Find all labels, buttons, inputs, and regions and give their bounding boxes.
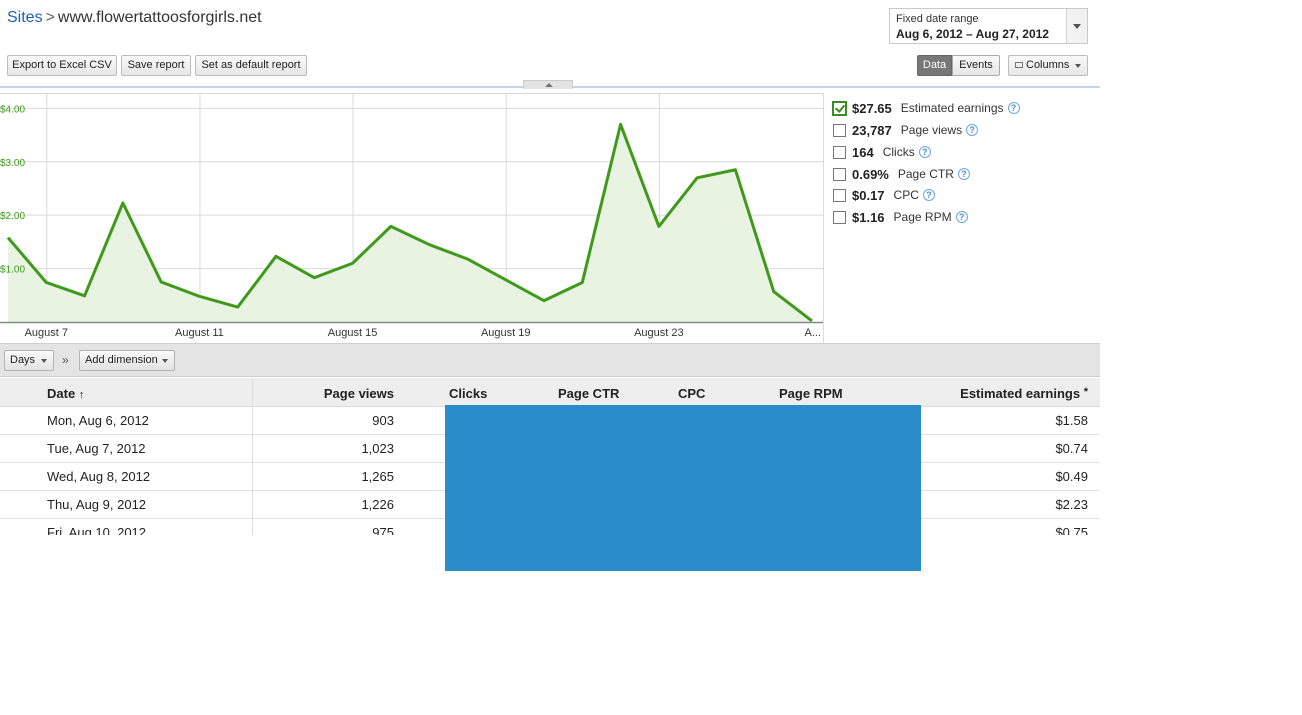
asterisk-marker: * xyxy=(1083,386,1088,398)
x-tick-label: August 19 xyxy=(481,327,531,339)
metric-value: $1.16 xyxy=(852,209,885,225)
metric-toggle[interactable]: $27.65 Estimated earnings? xyxy=(832,99,1020,117)
metric-name: Page CTR xyxy=(897,167,954,181)
column-header-estimated-earnings[interactable]: Estimated earnings * xyxy=(960,386,1088,401)
metric-toggle[interactable]: 23,787 Page views? xyxy=(833,121,979,139)
cell-page-views: 1,226 xyxy=(361,497,394,512)
cell-estimated-earnings: $0.74 xyxy=(1055,441,1088,456)
checkbox[interactable] xyxy=(833,210,846,224)
add-dimension-label: Add dimension xyxy=(85,354,158,366)
checkbox[interactable] xyxy=(833,167,846,181)
help-icon[interactable]: ? xyxy=(1007,102,1020,114)
data-tab[interactable]: Data xyxy=(917,55,952,76)
column-divider xyxy=(252,378,253,535)
column-header-date-label: Date xyxy=(47,386,76,401)
export-csv-button[interactable]: Export to Excel CSV xyxy=(7,55,117,76)
help-icon[interactable]: ? xyxy=(966,124,979,136)
columns-icon xyxy=(1015,62,1023,68)
cell-estimated-earnings: $2.23 xyxy=(1055,497,1088,512)
metric-value: 0.69% xyxy=(852,166,889,182)
earnings-chart: $4.00 $3.00 $2.00 $1.00 August 7 August 11 Aug… xyxy=(0,93,823,343)
y-tick-label: $2.00 xyxy=(0,211,25,222)
column-header-date[interactable]: Date ↑ xyxy=(47,386,84,401)
cell-date: Fri, Aug 10, 2012 xyxy=(47,525,147,535)
cell-date: Mon, Aug 6, 2012 xyxy=(47,413,149,428)
metric-value: $0.17 xyxy=(852,187,885,203)
column-header-page-ctr[interactable]: Page CTR xyxy=(558,386,619,401)
cell-estimated-earnings: $0.49 xyxy=(1055,469,1088,484)
metric-name: Estimated earnings xyxy=(900,101,1004,115)
chevron-down-icon xyxy=(1075,64,1081,68)
double-chevron-icon: » xyxy=(62,353,69,367)
metric-toggle[interactable]: 0.69% Page CTR? xyxy=(833,165,970,183)
y-tick-label: $1.00 xyxy=(0,265,25,276)
cell-page-views: 903 xyxy=(372,413,394,428)
column-header-cpc[interactable]: CPC xyxy=(678,386,705,401)
column-header-earnings-label: Estimated earnings xyxy=(960,386,1081,401)
help-icon[interactable]: ? xyxy=(922,189,935,201)
cell-page-views: 1,265 xyxy=(361,469,394,484)
events-tab[interactable]: Events xyxy=(952,55,1000,76)
cell-date: Tue, Aug 7, 2012 xyxy=(47,441,146,456)
x-tick-label: August 23 xyxy=(634,327,684,339)
breadcrumb-separator: > xyxy=(45,9,55,26)
dimension-bar: Days » Add dimension xyxy=(0,343,1100,377)
column-header-clicks[interactable]: Clicks xyxy=(449,386,487,401)
series-area xyxy=(8,124,812,323)
cell-date: Thu, Aug 9, 2012 xyxy=(47,497,147,512)
help-icon[interactable]: ? xyxy=(918,146,931,158)
cell-date: Wed, Aug 8, 2012 xyxy=(47,469,151,484)
breadcrumb-site: www.flowertattoosforgirls.net xyxy=(57,9,262,26)
collapse-chart-toggle[interactable] xyxy=(523,80,573,89)
cell-estimated-earnings: $1.58 xyxy=(1055,413,1088,428)
help-icon[interactable]: ? xyxy=(957,168,970,180)
metric-toggle[interactable]: 164 Clicks? xyxy=(833,143,931,161)
checkbox[interactable] xyxy=(833,145,846,159)
columns-label: Columns xyxy=(1026,59,1070,71)
metric-toggle[interactable]: $0.17 CPC? xyxy=(833,186,935,204)
date-range-label: Fixed date range xyxy=(896,13,979,25)
date-range-value: Aug 6, 2012 – Aug 27, 2012 xyxy=(896,27,1049,41)
redaction-block xyxy=(445,405,921,571)
breadcrumb: Sites > www.flowertattoosforgirls.net xyxy=(7,9,262,27)
table-header: Date ↑ Page views Clicks Page CTR CPC Pa… xyxy=(0,378,1100,407)
x-tick-label: August 15 xyxy=(328,327,378,339)
metric-value: 23,787 xyxy=(852,122,892,138)
metric-value: 164 xyxy=(852,144,874,160)
chevron-down-icon xyxy=(41,359,47,363)
add-dimension-dropdown[interactable]: Add dimension xyxy=(79,350,175,371)
sort-ascending-icon: ↑ xyxy=(78,389,85,401)
y-tick-label: $3.00 xyxy=(0,158,25,169)
x-tick-label: August 11 xyxy=(175,327,224,339)
x-tick-label: August 7 xyxy=(25,327,68,339)
days-label: Days xyxy=(10,354,36,366)
chart-canvas: $4.00 $3.00 $2.00 $1.00 August 7 August 11 Aug… xyxy=(0,93,823,339)
metric-toggle[interactable]: $1.16 Page RPM? xyxy=(833,208,968,226)
breadcrumb-sites-link[interactable]: Sites xyxy=(7,9,43,26)
metric-name: Page RPM xyxy=(893,210,952,224)
metric-name: Page views xyxy=(900,123,963,137)
column-header-page-views[interactable]: Page views xyxy=(324,386,394,401)
cell-page-views: 975 xyxy=(372,525,394,535)
save-report-button[interactable]: Save report xyxy=(121,55,191,76)
checkbox[interactable] xyxy=(833,188,846,202)
set-default-report-button[interactable]: Set as default report xyxy=(195,55,307,76)
columns-button[interactable]: Columns xyxy=(1008,55,1088,76)
date-range-picker[interactable]: Fixed date range Aug 6, 2012 – Aug 27, 2… xyxy=(889,8,1088,44)
chevron-down-icon[interactable] xyxy=(1066,9,1087,43)
checkbox[interactable] xyxy=(832,100,847,116)
metric-value: $27.65 xyxy=(852,100,892,116)
metric-name: Clicks xyxy=(882,145,915,159)
metric-name: CPC xyxy=(893,188,919,202)
days-dimension-dropdown[interactable]: Days xyxy=(4,350,54,371)
cell-page-views: 1,023 xyxy=(361,441,394,456)
x-tick-label: A... xyxy=(804,327,821,339)
y-tick-label: $4.00 xyxy=(0,104,25,115)
metrics-panel: $27.65 Estimated earnings? 23,787 Page view… xyxy=(823,93,1100,343)
chevron-down-icon xyxy=(162,359,168,363)
column-header-page-rpm[interactable]: Page RPM xyxy=(779,386,843,401)
cell-estimated-earnings: $0.75 xyxy=(1055,525,1088,535)
checkbox[interactable] xyxy=(833,123,846,137)
help-icon[interactable]: ? xyxy=(955,211,968,223)
